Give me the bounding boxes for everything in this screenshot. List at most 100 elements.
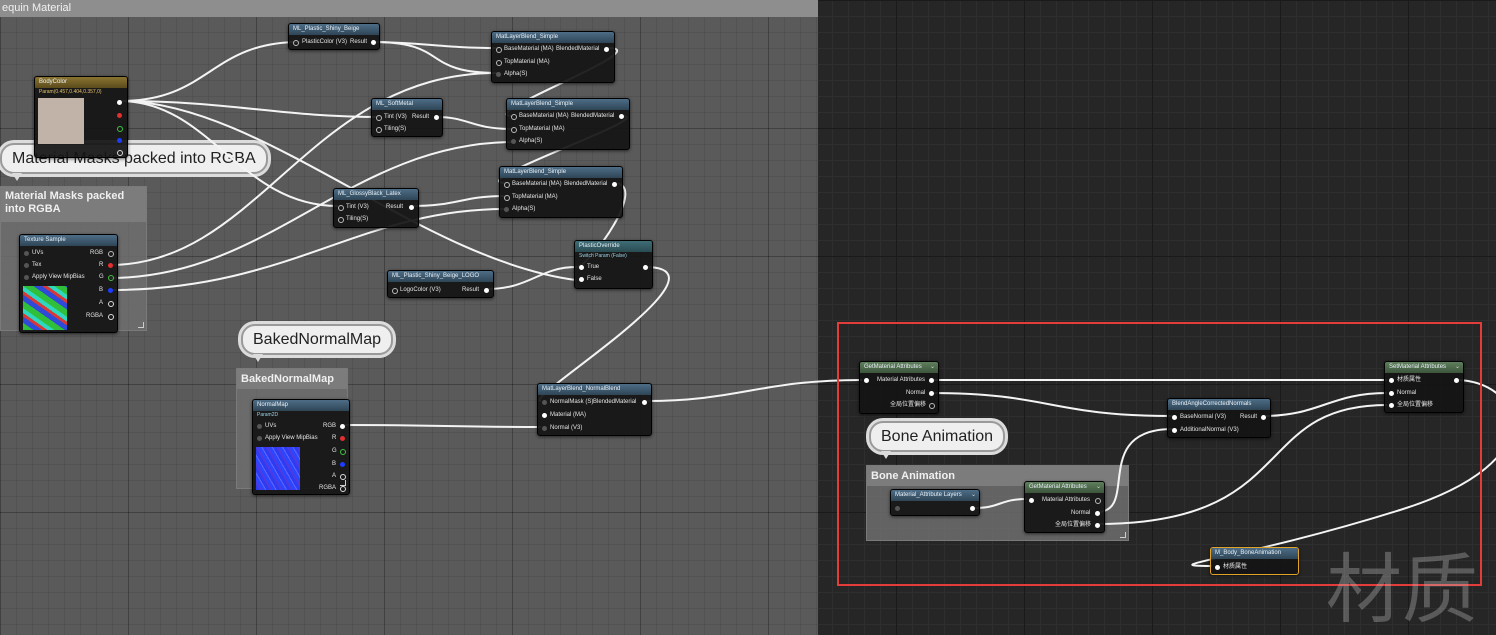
pin-in-mipbias[interactable] — [257, 436, 262, 441]
label-rgb: RGB — [90, 250, 104, 256]
node-matlayerblend-1[interactable]: MatLayerBlend_Simple BaseMaterial (MA) B… — [491, 31, 615, 83]
pin-out-blended[interactable] — [642, 400, 647, 405]
node-bodycolor[interactable]: BodyColor Param(0.457,0.404,0.357,0) — [34, 76, 128, 158]
pin-in-top[interactable] — [504, 195, 510, 201]
label-base-material: BaseMaterial (MA) — [504, 46, 554, 52]
label-tiling: Tiling(S) — [346, 216, 369, 222]
node-ml-logo[interactable]: ML_Plastic_Shiny_Beige_LOGO LogoColor (V… — [387, 270, 494, 298]
pin-out-g[interactable] — [108, 275, 114, 281]
pin-out-result[interactable] — [409, 205, 414, 210]
pin-out-a[interactable] — [117, 150, 123, 156]
pin-in-base[interactable] — [511, 114, 517, 120]
pin-out-b[interactable] — [117, 138, 122, 143]
node-matlayerblend-3[interactable]: MatLayerBlend_Simple BaseMaterial (MA) B… — [499, 166, 623, 218]
pin-in-tex[interactable] — [24, 263, 29, 268]
pin-out-result[interactable] — [484, 288, 489, 293]
pin-out-r[interactable] — [117, 113, 122, 118]
label-a: A — [332, 473, 337, 479]
pin-in-alpha[interactable] — [511, 139, 516, 144]
pin-in-alpha[interactable] — [504, 207, 509, 212]
pin-in-uvs[interactable] — [24, 251, 29, 256]
pin-in-logo-color[interactable] — [392, 288, 398, 294]
label-a: A — [99, 300, 104, 306]
label-tint: Tint (V3) — [384, 114, 407, 120]
pin-in-base[interactable] — [504, 182, 510, 188]
node-bodycolor-subtitle: Param(0.457,0.404,0.357,0) — [39, 89, 102, 95]
label-tex: Tex — [32, 262, 42, 268]
pin-out-rgba[interactable] — [340, 486, 346, 492]
label-false: False — [587, 276, 602, 282]
pin-in-tiling[interactable] — [338, 217, 344, 223]
pin-out-b[interactable] — [340, 462, 345, 467]
pin-out-rgb[interactable] — [108, 251, 114, 257]
label-b: B — [99, 287, 104, 293]
label-base-material: BaseMaterial (MA) — [512, 181, 562, 187]
pin-in-true[interactable] — [579, 265, 584, 270]
node-normalmap-subtitle: Param2D — [257, 412, 279, 418]
pin-out-blended[interactable] — [619, 114, 624, 119]
node-normalmap[interactable]: NormalMap Param2D UVs Apply View MipBias… — [252, 399, 350, 495]
label-blended-material: BlendedMaterial — [593, 399, 637, 405]
pin-in-normalmask[interactable] — [542, 400, 547, 405]
node-plastic-override-title: PlasticOverride — [575, 241, 652, 252]
pin-out-rgb[interactable] — [117, 100, 122, 105]
node-ml-glossyblack-title: ML_GlossyBlack_Latex — [334, 189, 418, 200]
pin-out-r[interactable] — [340, 436, 345, 441]
node-ml-logo-title: ML_Plastic_Shiny_Beige_LOGO — [388, 271, 493, 282]
pin-in-mipbias[interactable] — [24, 275, 29, 280]
node-plastic-override[interactable]: PlasticOverride Switch Param (False) Tru… — [574, 240, 653, 289]
pin-out-rgba[interactable] — [108, 314, 114, 320]
label-r: R — [99, 262, 104, 268]
pin-in-tint[interactable] — [338, 205, 344, 211]
node-matlayerblend-2[interactable]: MatLayerBlend_Simple BaseMaterial (MA) B… — [506, 98, 630, 150]
color-preview-swatch — [38, 98, 84, 144]
pin-out-blended[interactable] — [604, 47, 609, 52]
node-texture-sample[interactable]: Texture Sample UVs Tex Apply View MipBia… — [19, 234, 118, 333]
pin-out-g[interactable] — [117, 126, 123, 132]
label-g: G — [99, 274, 104, 280]
pin-in-plastic-color[interactable] — [293, 40, 299, 46]
node-ml-plastic-beige[interactable]: ML_Plastic_Shiny_Beige PlasticColor (V3)… — [288, 23, 380, 50]
label-top-material: TopMaterial (MA) — [519, 126, 565, 132]
pin-out-b[interactable] — [108, 288, 113, 293]
watermark-text: 材质 — [1326, 545, 1478, 634]
pin-out-g[interactable] — [340, 449, 346, 455]
label-top-material: TopMaterial (MA) — [512, 194, 558, 200]
pin-in-tint[interactable] — [376, 115, 382, 121]
pin-out-rgb[interactable] — [340, 424, 345, 429]
label-logo-color: LogoColor (V3) — [400, 287, 441, 293]
pin-in-material[interactable] — [542, 413, 547, 418]
graph-canvas[interactable]: equin Material Material Masks packed int… — [0, 0, 1496, 635]
node-ml-softmetal-title: ML_SoftMetal — [372, 99, 442, 110]
label-base-material: BaseMaterial (MA) — [519, 113, 569, 119]
pin-in-alpha[interactable] — [496, 72, 501, 77]
label-blended-material: BlendedMaterial — [564, 181, 608, 187]
node-ml-glossyblack[interactable]: ML_GlossyBlack_Latex Tint (V3) Result Ti… — [333, 188, 419, 228]
pin-out[interactable] — [643, 265, 648, 270]
pin-out-blended[interactable] — [612, 182, 617, 187]
pin-in-false[interactable] — [579, 277, 584, 282]
node-normalmap-title: NormalMap — [253, 400, 349, 411]
pin-out-result[interactable] — [434, 115, 439, 120]
node-matlayerblend-2-title: MatLayerBlend_Simple — [507, 99, 629, 110]
resize-handle[interactable] — [340, 480, 346, 486]
node-matlayerblend-normal[interactable]: MatLayerBlend_NormalBlend NormalMask (S)… — [537, 383, 652, 436]
resize-handle[interactable] — [138, 322, 144, 328]
pin-out-a[interactable] — [108, 301, 114, 307]
pin-in-top[interactable] — [496, 60, 502, 66]
label-g: G — [332, 448, 337, 454]
label-plastic-color: PlasticColor (V3) — [302, 39, 348, 45]
label-rgba: RGBA — [319, 485, 337, 491]
label-alpha: Alpha(S) — [504, 71, 528, 77]
pin-in-tiling[interactable] — [376, 127, 382, 133]
pin-in-uvs[interactable] — [257, 424, 262, 429]
pin-out-result[interactable] — [371, 40, 376, 45]
node-ml-softmetal[interactable]: ML_SoftMetal Tint (V3) Result Tiling(S) — [371, 98, 443, 137]
pin-in-normal[interactable] — [542, 426, 547, 431]
pin-out-r[interactable] — [108, 263, 113, 268]
label-r: R — [332, 435, 337, 441]
label-uvs: UVs — [32, 250, 44, 256]
pin-in-base[interactable] — [496, 47, 502, 53]
label-b: B — [332, 461, 337, 467]
pin-in-top[interactable] — [511, 127, 517, 133]
